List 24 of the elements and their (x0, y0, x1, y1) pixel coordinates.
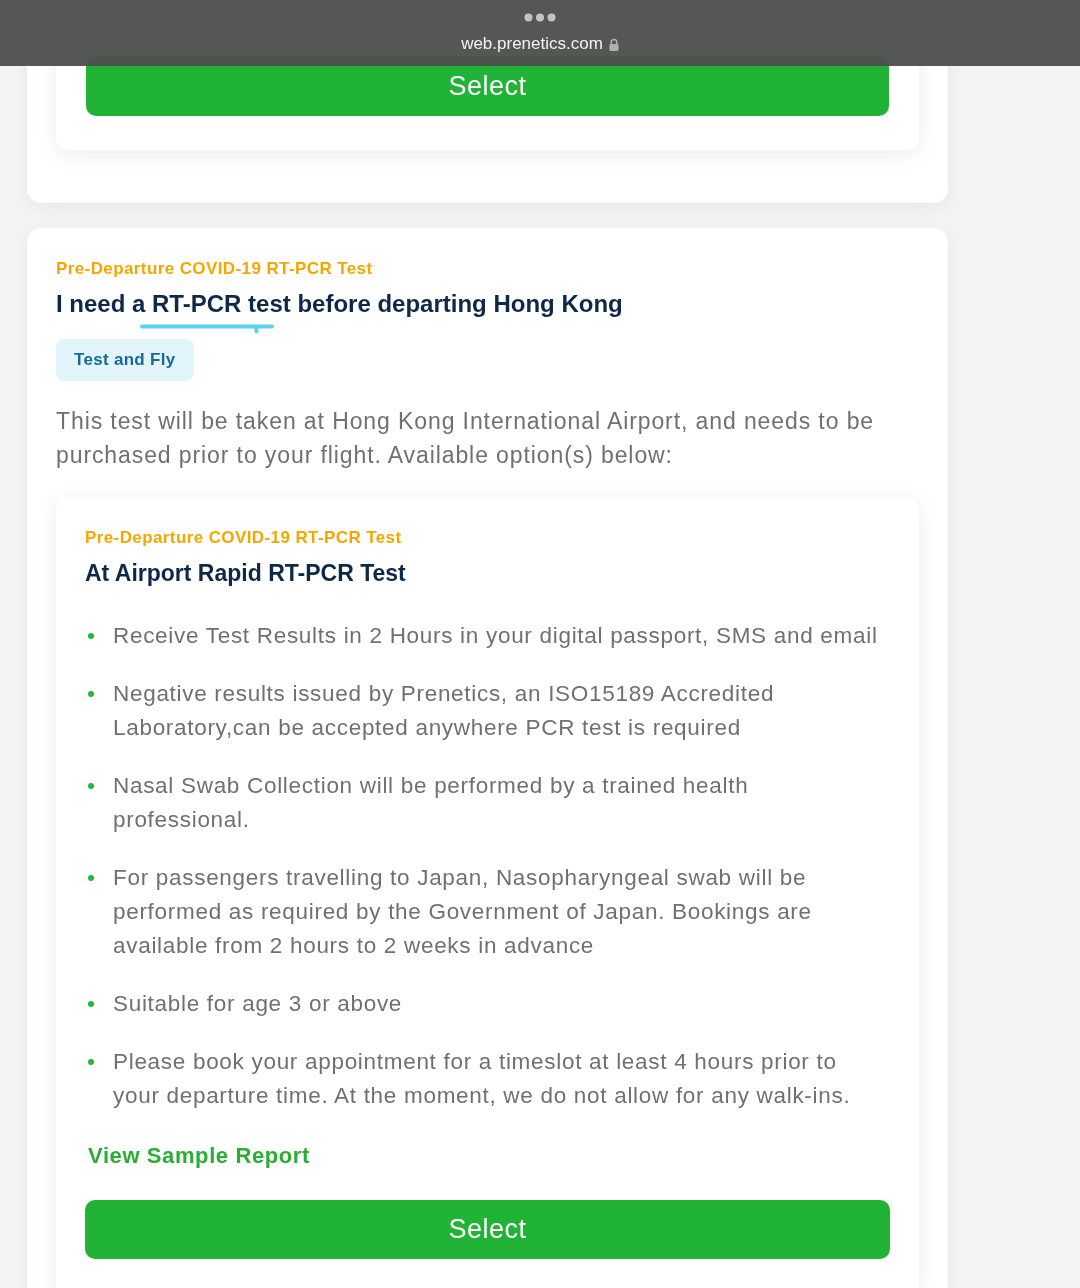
feature-text: Please book your appointment for a timeslot at least 4 hours prior to your departure time. At the moment, we do not allow for any walk-ins. (113, 1048, 852, 1110)
bullet-dot-icon (88, 633, 94, 639)
feature-text: Negative results issued by Prenetics, an ISO15189 Accredited Laboratory,can be accepted anywhere PCR test is required (113, 680, 776, 742)
bullet-dot-icon (88, 1001, 94, 1007)
bullet-dot-icon (88, 783, 94, 789)
bullet-dot-icon (88, 1059, 94, 1065)
description-text: This test will be taken at Hong Kong International Airport, and needs to be purchased prior to your flight. Available option(s) below: (56, 407, 876, 470)
tag-label: Test and Fly (56, 339, 194, 381)
bullet-dot-icon (88, 875, 94, 881)
underline-stroke-icon (140, 324, 274, 334)
select-button[interactable]: Select (85, 1200, 890, 1259)
option-title: At Airport Rapid RT-PCR Test (85, 559, 407, 588)
view-report-link[interactable]: View Sample Report (88, 1143, 310, 1169)
feature-text: Suitable for age 3 or above (113, 990, 403, 1018)
more-dots-icon[interactable] (524, 13, 556, 22)
lock-icon (608, 37, 619, 51)
url-text[interactable]: web.prenetics.com (461, 34, 603, 54)
category-label: Pre-Departure COVID-19 RT-PCR Test (56, 259, 374, 279)
feature-text: Receive Test Results in 2 Hours in your digital passport, SMS and email (113, 622, 878, 650)
section-title: I need a RT-PCR test before departing Hong Kong (56, 289, 624, 319)
feature-text: For passengers travelling to Japan, Nasopharyngeal swab will be performed as required by the Government of Japan. Bookings are available from 2 hours to 2 weeks in advance (113, 864, 813, 960)
feature-text: Nasal Swab Collection will be performed by a trained health professional. (113, 772, 750, 834)
bullet-dot-icon (88, 691, 94, 697)
category-label: Pre-Departure COVID-19 RT-PCR Test (85, 528, 403, 548)
